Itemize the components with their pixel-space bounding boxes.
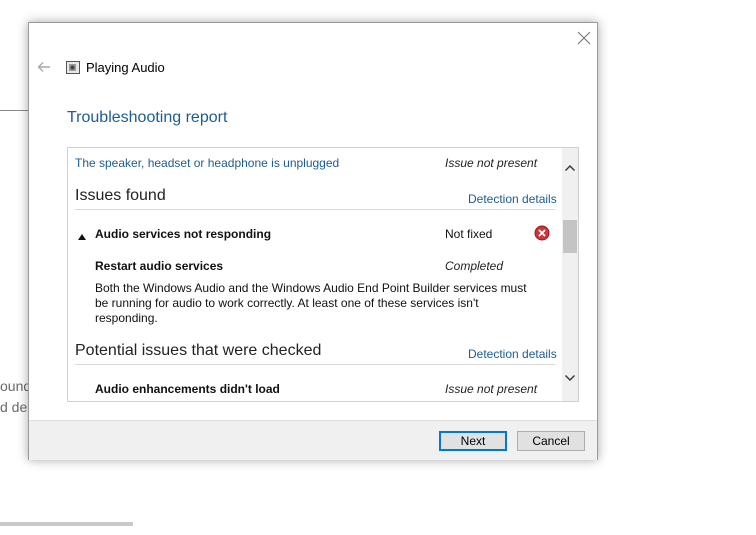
issue-description: Both the Windows Audio and the Windows A… (95, 281, 527, 325)
list-item-title: Audio enhancements didn't load (95, 382, 280, 396)
top-item-status: Issue not present (445, 156, 538, 170)
potential-issues-heading: Potential issues that were checked (75, 342, 322, 359)
report-scrollbar[interactable] (562, 148, 578, 401)
collapse-triangle-icon[interactable] (77, 228, 87, 240)
top-item-link[interactable]: The speaker, headset or headphone is unp… (75, 156, 339, 170)
fix-title: Restart audio services (95, 259, 224, 273)
chevron-down-icon[interactable] (564, 371, 576, 383)
background-scrollbar[interactable] (0, 522, 133, 526)
back-arrow-icon[interactable] (36, 59, 52, 75)
issue-title[interactable]: Audio services not responding (95, 227, 271, 241)
background-text-fragment: d de (0, 399, 28, 415)
troubleshooter-dialog: Playing Audio Troubleshooting report The… (28, 22, 598, 460)
scrollbar-thumb[interactable] (563, 220, 577, 253)
page-title: Troubleshooting report (67, 109, 228, 126)
error-x-icon (534, 225, 550, 241)
background-divider (0, 110, 30, 111)
close-icon[interactable] (575, 29, 593, 47)
chevron-up-icon[interactable] (564, 161, 576, 173)
issue-status: Not fixed (445, 227, 493, 241)
dialog-footer: Next Cancel (29, 420, 597, 460)
potential-issues-detection-details-link[interactable]: Detection details (468, 347, 557, 361)
report-content: The speaker, headset or headphone is unp… (68, 148, 562, 401)
potential-issues-divider (75, 364, 555, 365)
troubleshooter-app-icon (66, 61, 80, 74)
list-item-status: Issue not present (445, 382, 538, 396)
fix-status: Completed (445, 259, 504, 273)
issues-found-divider (75, 209, 555, 210)
issues-found-detection-details-link[interactable]: Detection details (468, 192, 557, 206)
cancel-button[interactable]: Cancel (517, 431, 585, 451)
issues-found-heading: Issues found (75, 187, 166, 204)
next-button[interactable]: Next (439, 431, 507, 451)
dialog-title: Playing Audio (86, 60, 165, 75)
report-panel: The speaker, headset or headphone is unp… (67, 147, 579, 402)
background-text-fragment: ound (0, 378, 32, 394)
